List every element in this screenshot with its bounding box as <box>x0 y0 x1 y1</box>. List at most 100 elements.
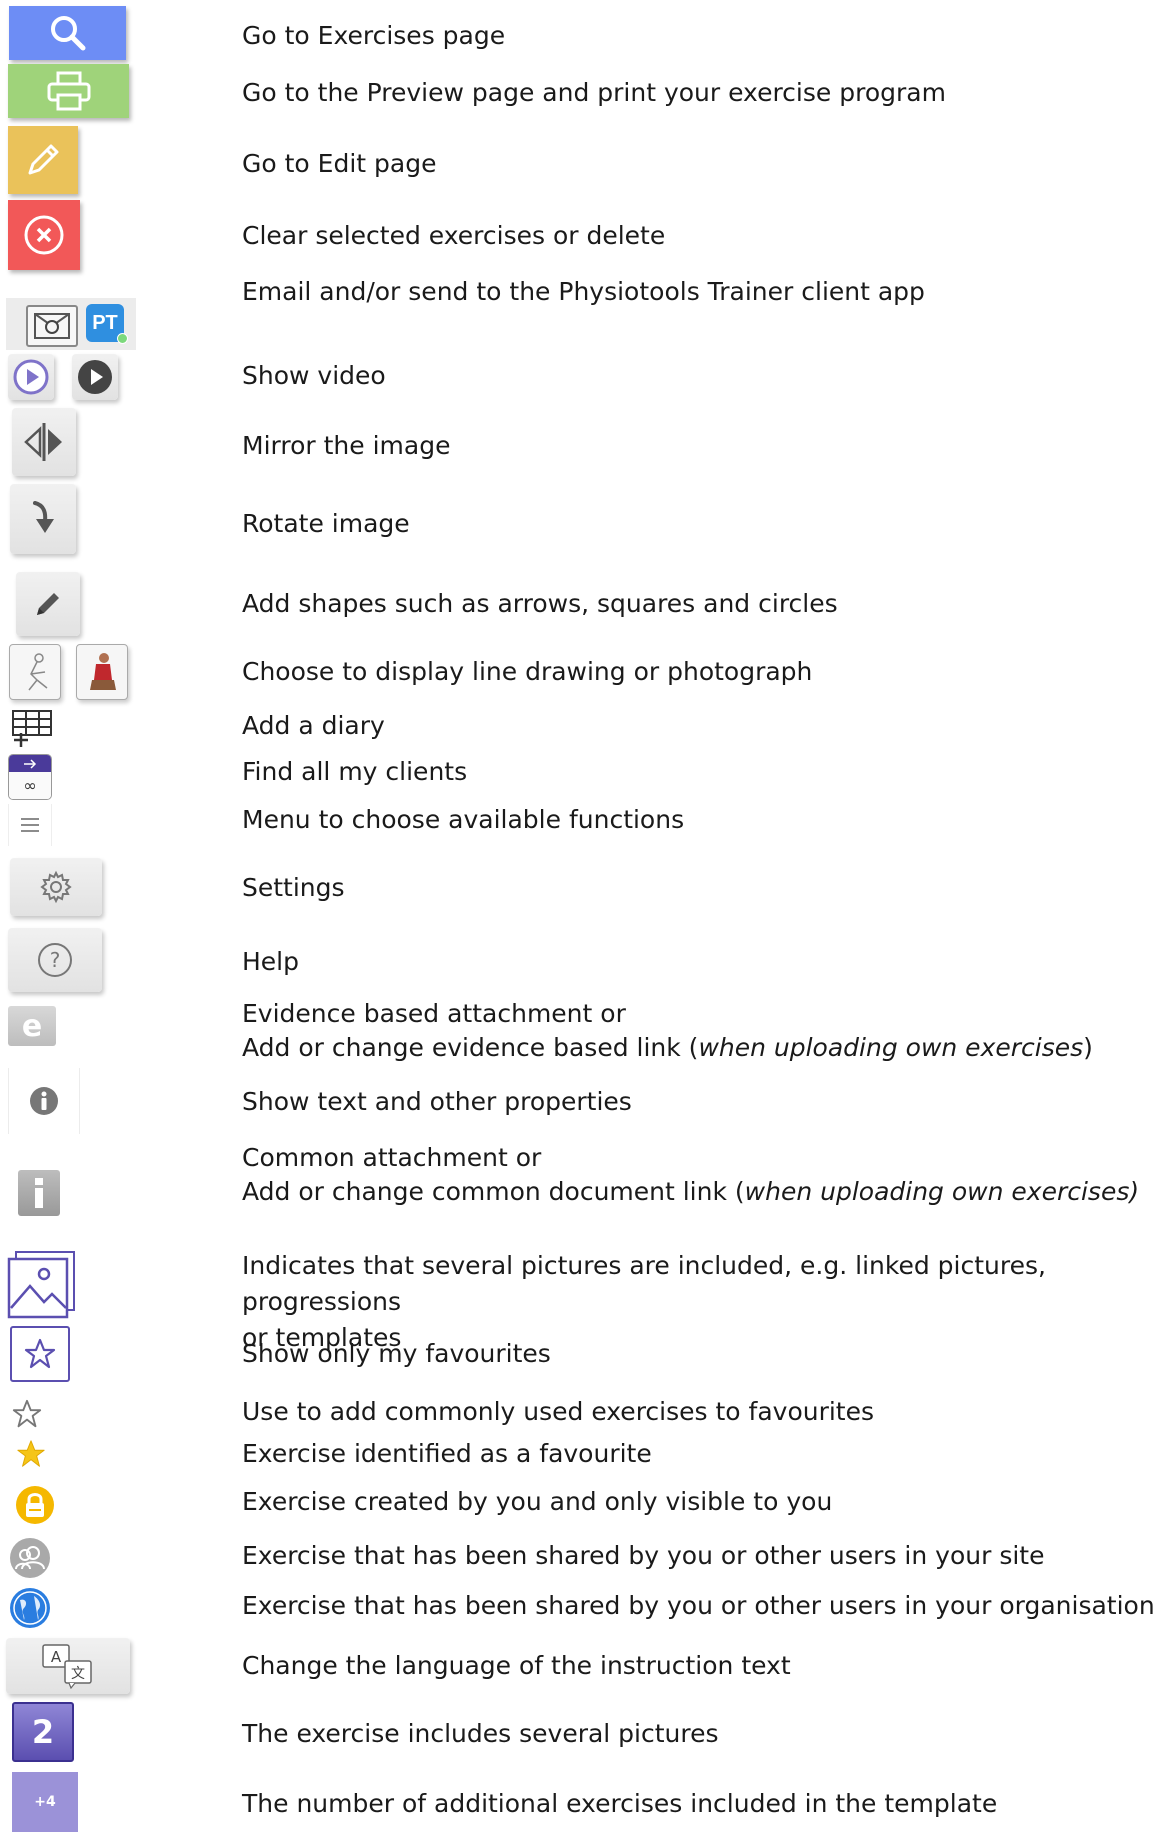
legend-row: PT Email and/or send to the Physiotools … <box>0 274 1166 354</box>
edit-button[interactable] <box>8 126 78 194</box>
help-button[interactable]: ? <box>8 928 102 992</box>
clients-infinity: ∞ <box>9 772 51 799</box>
legend-text-line: Indicates that several pictures are incl… <box>242 1251 1046 1316</box>
legend-text: Go to Edit page <box>242 149 437 178</box>
info-circle-icon <box>30 1087 58 1115</box>
legend-text: Exercise that has been shared by you or … <box>242 1591 1155 1620</box>
pencil-icon <box>28 144 59 175</box>
legend-text: Rotate image <box>242 509 410 538</box>
legend-text-prefix: Add or change common document link ( <box>242 1177 745 1206</box>
legend-text: Change the language of the instruction t… <box>242 1651 791 1680</box>
video-button[interactable] <box>72 354 118 400</box>
translate-icon: A文 <box>42 1644 92 1689</box>
template-count-badge[interactable]: +4 <box>12 1772 78 1832</box>
play-circle-icon <box>78 360 112 394</box>
photograph-icon <box>90 653 116 690</box>
email-button[interactable] <box>26 305 78 347</box>
users-icon <box>10 1538 50 1578</box>
evidence-button[interactable]: e <box>8 1006 56 1046</box>
legend-text: Menu to choose available functions <box>242 805 685 834</box>
legend-text: The exercise includes several pictures <box>242 1719 719 1748</box>
legend-text: Show only my favourites <box>242 1339 551 1368</box>
picture-count-icon: 2 <box>31 1713 55 1751</box>
legend-text: Email and/or send to the Physiotools Tra… <box>242 277 925 306</box>
legend-text: Go to the Preview page and print your ex… <box>242 78 946 107</box>
draw-button[interactable] <box>16 572 80 636</box>
help-circle-icon: ? <box>38 943 72 977</box>
picture-count-badge[interactable]: 2 <box>12 1702 74 1762</box>
search-button[interactable] <box>9 6 126 60</box>
add-favourite-button[interactable] <box>10 1398 44 1430</box>
legend-text: Mirror the image <box>242 431 451 460</box>
legend-row: Exercise created by you and only visible… <box>0 1482 1166 1532</box>
star-filled-icon <box>17 1440 45 1467</box>
common-attachment-button[interactable] <box>18 1170 60 1216</box>
legend-text-line: Add or change common document link (when… <box>242 1174 1157 1210</box>
pictures-stack-icon <box>7 1251 75 1319</box>
mirror-icon <box>24 423 62 461</box>
star-box-icon <box>24 1338 56 1369</box>
legend-row: ? Help <box>0 924 1166 996</box>
hamburger-menu-icon <box>21 818 39 832</box>
legend-text-prefix: Add or change evidence based link ( <box>242 1033 699 1062</box>
email-at-icon <box>34 313 70 339</box>
arrow-right-icon <box>24 758 37 769</box>
legend-row: Go to the Preview page and print your ex… <box>0 62 1166 124</box>
line-drawing-button[interactable] <box>9 644 61 700</box>
legend-text: Add a diary <box>242 711 385 740</box>
legend-row: Mirror the image <box>0 406 1166 480</box>
legend-row: +4 The number of additional exercises in… <box>0 1772 1166 1832</box>
legend-text: Exercise that has been shared by you or … <box>242 1541 1045 1570</box>
legend-text-line: Common attachment or <box>242 1143 542 1172</box>
search-icon <box>50 16 85 51</box>
svg-text:文: 文 <box>71 1666 85 1682</box>
globe-icon <box>10 1588 50 1628</box>
settings-button[interactable] <box>10 858 102 916</box>
legend-text: Help <box>242 947 299 976</box>
legend-text-line: Add or change evidence based link (when … <box>242 1030 1157 1066</box>
legend-text: Exercise identified as a favourite <box>242 1439 652 1468</box>
diary-button[interactable] <box>10 708 54 750</box>
play-circle-icon <box>13 359 49 395</box>
rotate-button[interactable] <box>10 484 76 554</box>
evidence-e-icon: e <box>21 1008 43 1044</box>
legend-text-block: Common attachment or Add or change commo… <box>242 1140 1157 1210</box>
legend-text: Use to add commonly used exercises to fa… <box>242 1397 875 1426</box>
favourite-star[interactable] <box>14 1438 48 1470</box>
mirror-button[interactable] <box>12 408 76 476</box>
legend-row: Add shapes such as arrows, squares and c… <box>0 564 1166 640</box>
favourites-filter-button[interactable] <box>10 1326 70 1382</box>
legend-row: Common attachment or Add or change commo… <box>0 1140 1166 1244</box>
draw-pencil-icon <box>37 593 59 615</box>
legend-text: Clear selected exercises or delete <box>242 221 666 250</box>
rotate-arrow-icon <box>33 501 54 533</box>
delete-button[interactable] <box>8 200 80 270</box>
clients-button[interactable]: ∞ <box>8 754 52 800</box>
site-shared-status <box>8 1536 52 1580</box>
email-pt-group: PT <box>6 298 136 350</box>
private-status <box>14 1484 56 1526</box>
legend-text: Find all my clients <box>242 757 468 786</box>
pt-badge-text: PT <box>92 311 118 334</box>
legend-row: Show only my favourites <box>0 1326 1166 1382</box>
svg-text:?: ? <box>50 948 61 972</box>
gear-icon <box>40 870 72 904</box>
legend-row: Menu to choose available functions <box>0 802 1166 852</box>
pt-status-dot <box>117 333 128 344</box>
legend-row: Add a diary <box>0 706 1166 756</box>
language-button[interactable]: A文 <box>6 1638 130 1694</box>
legend-text-suffix: ) <box>1083 1033 1093 1062</box>
info-button[interactable] <box>8 1068 80 1134</box>
legend-text: Exercise created by you and only visible… <box>242 1487 833 1516</box>
video-button-selected[interactable] <box>8 354 54 400</box>
close-circle-icon <box>24 215 64 255</box>
legend-row: Clear selected exercises or delete <box>0 198 1166 274</box>
legend-text: Add shapes such as arrows, squares and c… <box>242 589 838 618</box>
legend-row: Exercise that has been shared by you or … <box>0 1532 1166 1584</box>
pictures-stack-button[interactable] <box>6 1250 76 1320</box>
legend-text: Settings <box>242 873 345 902</box>
print-button[interactable] <box>8 64 129 118</box>
legend-row: Use to add commonly used exercises to fa… <box>0 1392 1166 1432</box>
menu-button[interactable] <box>8 804 52 846</box>
photograph-button[interactable] <box>76 644 128 700</box>
